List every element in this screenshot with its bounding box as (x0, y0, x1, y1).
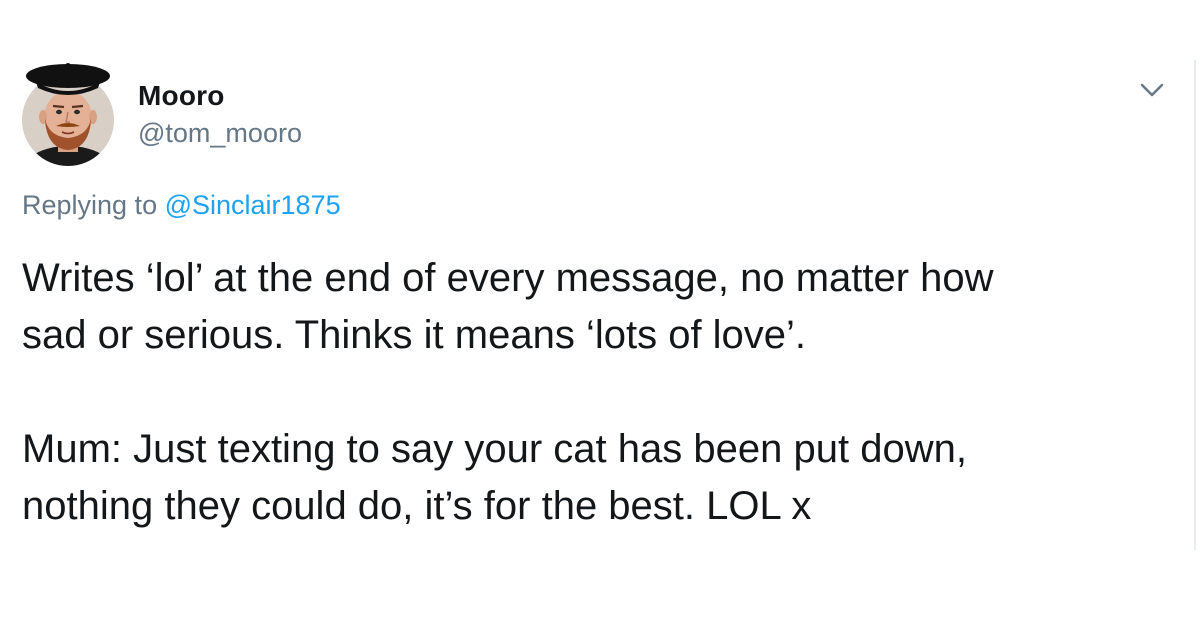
user-handle[interactable]: @tom_mooro (138, 118, 302, 149)
reply-mention-link[interactable]: @Sinclair1875 (165, 190, 341, 220)
replying-to-line: Replying to @Sinclair1875 (22, 190, 341, 221)
tweet-card: Mooro @tom_mooro Replying to @Sinclair18… (0, 0, 1200, 628)
tweet-text-line: Mum: Just texting to say your cat has be… (22, 427, 967, 471)
tweet-text: Writes ‘lol’ at the end of every message… (22, 250, 1172, 535)
chevron-down-icon[interactable] (1138, 80, 1166, 100)
tweet-text-line: nothing they could do, it’s for the best… (22, 484, 812, 528)
tweet-text-line: Writes ‘lol’ at the end of every message… (22, 256, 994, 300)
avatar[interactable] (22, 62, 114, 166)
tweet-text-line: sad or serious. Thinks it means ‘lots of… (22, 313, 807, 357)
reply-prefix: Replying to (22, 190, 158, 220)
card-edge-divider (1194, 60, 1196, 550)
display-name[interactable]: Mooro (138, 80, 225, 112)
